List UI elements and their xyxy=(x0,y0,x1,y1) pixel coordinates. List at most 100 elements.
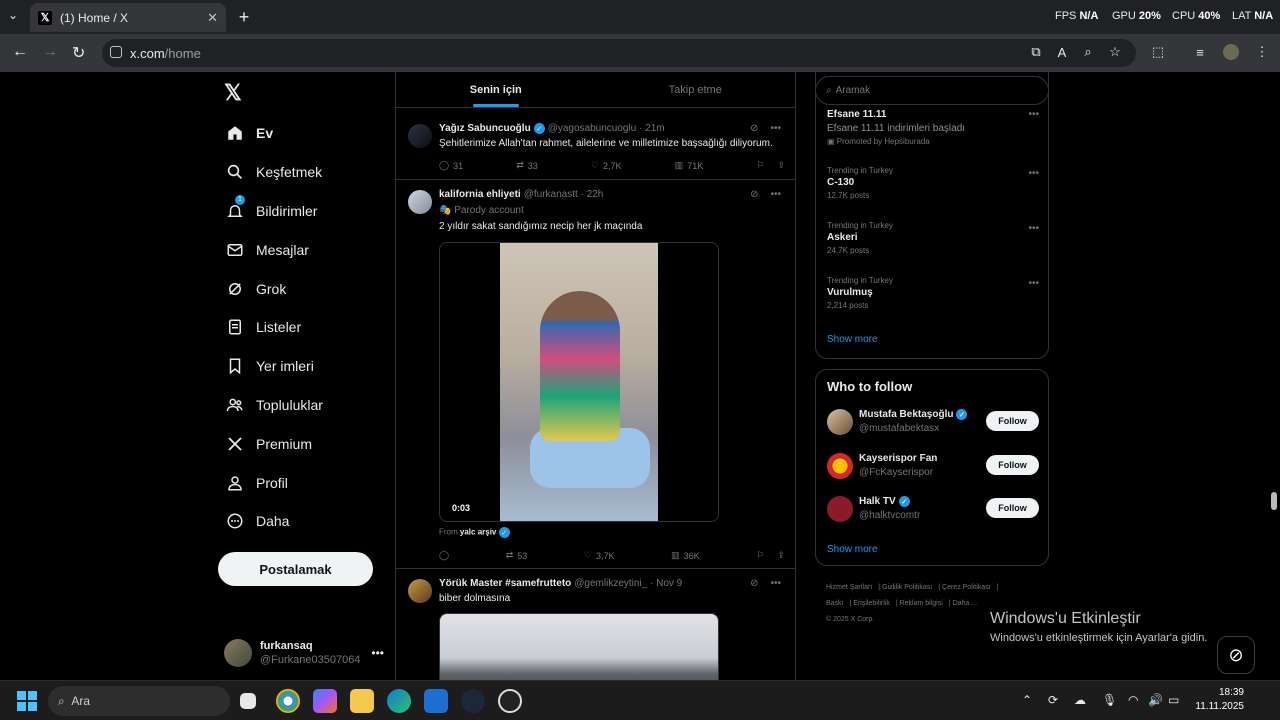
avatar[interactable] xyxy=(408,124,432,148)
new-tab-button[interactable]: + xyxy=(234,7,254,27)
tray-overflow-icon[interactable]: ⌃ xyxy=(1022,693,1032,707)
post-button[interactable]: Postalamak xyxy=(218,552,373,586)
footer-link[interactable]: Erişilebilirlik xyxy=(853,600,890,607)
tab-following[interactable]: Takip etme xyxy=(596,72,796,107)
file-explorer-icon[interactable] xyxy=(350,689,374,713)
nav-communities[interactable]: Topluluklar xyxy=(218,386,323,425)
nav-grok[interactable]: Grok xyxy=(218,269,323,308)
reload-icon[interactable]: ↻ xyxy=(72,43,85,63)
reading-list-icon[interactable]: ≡ xyxy=(1192,44,1208,60)
follow-show-more-link[interactable]: Show more xyxy=(827,544,878,555)
like-button[interactable]: ♡ 3,7K xyxy=(584,550,615,561)
source-account[interactable]: yalc arşiv xyxy=(460,528,496,537)
video-player[interactable]: 0:03 xyxy=(439,242,719,522)
nav-more[interactable]: Daha xyxy=(218,502,323,541)
forward-icon[interactable]: → xyxy=(42,43,58,61)
avatar[interactable] xyxy=(408,190,432,214)
nav-notifications[interactable]: 1 Bildirimler xyxy=(218,192,323,231)
tweet-handle[interactable]: @furkanastt xyxy=(524,189,578,200)
views-button[interactable]: ▥ 36K xyxy=(671,550,700,561)
account-switcher[interactable]: furkansaq @Furkane03507064 ••• xyxy=(224,637,384,669)
more-options-icon[interactable]: ••• xyxy=(1028,223,1039,234)
start-button[interactable] xyxy=(17,691,37,711)
nav-explore[interactable]: Keşfetmek xyxy=(218,153,323,192)
repost-button[interactable]: ⇄ 33 xyxy=(516,160,538,171)
footer-link[interactable]: Reklam bilgisi xyxy=(900,600,943,607)
microphone-icon[interactable]: 🎙 xyxy=(1102,693,1117,707)
trend-item[interactable]: Trending in Turkey C-130 12.7K posts ••• xyxy=(827,166,1039,200)
views-button[interactable]: ▥ 71K xyxy=(675,160,704,171)
wifi-icon[interactable]: ◠ xyxy=(1128,693,1138,707)
extensions-icon[interactable]: ⬚ xyxy=(1150,44,1166,60)
tweet-time[interactable]: 22h xyxy=(587,189,604,200)
tweet-author[interactable]: kalifornia ehliyeti xyxy=(439,189,521,200)
address-bar[interactable]: x.com/home xyxy=(102,39,1136,67)
tweet[interactable]: Yörük Master #samefrutteto @gemlikzeytin… xyxy=(396,569,795,680)
cloud-icon[interactable]: ☁ xyxy=(1074,693,1086,707)
sync-icon[interactable]: ⟳ xyxy=(1048,693,1058,707)
avatar[interactable] xyxy=(827,409,853,435)
tab-search-chevron-icon[interactable]: ⌄ xyxy=(8,8,18,22)
tweet-author[interactable]: Yağız Sabuncuoğlu xyxy=(439,123,531,134)
system-clock[interactable]: 18:39 11.11.2025 xyxy=(1190,686,1244,714)
tab-for-you[interactable]: Senin için xyxy=(396,72,596,107)
follow-button[interactable]: Follow xyxy=(986,498,1039,518)
grok-icon[interactable]: ⊘ xyxy=(750,189,758,200)
account-more-icon[interactable]: ••• xyxy=(371,646,384,660)
avatar[interactable] xyxy=(408,579,432,603)
tweet[interactable]: kalifornia ehliyeti @furkanastt · 22h ⊘ •… xyxy=(396,180,795,569)
tweet-time[interactable]: 21m xyxy=(645,123,664,134)
tweet-author[interactable]: Yörük Master #samefrutteto xyxy=(439,578,571,589)
like-button[interactable]: ♡ 2,7K xyxy=(591,160,622,171)
avatar[interactable] xyxy=(827,453,853,479)
more-options-icon[interactable]: ••• xyxy=(1028,168,1039,179)
nav-premium[interactable]: Premium xyxy=(218,424,323,463)
more-options-icon[interactable]: ••• xyxy=(770,123,781,134)
more-options-icon[interactable]: ••• xyxy=(770,189,781,200)
browser-tab[interactable]: 𝕏 (1) Home / X ✕ xyxy=(30,3,226,32)
footer-more-link[interactable]: Daha ... xyxy=(953,600,978,607)
footer-link[interactable]: Hizmet Şartları xyxy=(826,584,872,591)
close-tab-icon[interactable]: ✕ xyxy=(207,10,218,26)
x-logo-icon[interactable]: 𝕏 xyxy=(224,80,242,106)
bookmark-icon[interactable]: ⚐ xyxy=(756,550,764,561)
follow-suggestion[interactable]: Mustafa Bektaşoğlu ✓ @mustafabektasx Foll… xyxy=(827,407,1039,439)
zoom-icon[interactable]: ⌕ xyxy=(1080,44,1096,60)
nav-bookmarks[interactable]: Yer imleri xyxy=(218,347,323,386)
back-icon[interactable]: ← xyxy=(12,43,28,61)
tweet[interactable]: Yağız Sabuncuoğlu ✓ @yagosabuncuoglu · 2… xyxy=(396,108,795,180)
trends-show-more-link[interactable]: Show more xyxy=(827,334,878,345)
footer-link[interactable]: Gizlilik Politikası xyxy=(882,584,932,591)
follow-button[interactable]: Follow xyxy=(986,411,1039,431)
translate-icon[interactable]: A xyxy=(1054,44,1070,60)
task-view-icon[interactable] xyxy=(240,693,256,709)
tweet-handle[interactable]: @yagosabuncuoglu xyxy=(548,123,637,134)
trend-item[interactable]: Trending in Turkey Askeri 24.7K posts ••… xyxy=(827,221,1039,255)
install-app-icon[interactable]: ⧉ xyxy=(1028,44,1044,60)
nav-home[interactable]: Ev xyxy=(218,114,323,153)
scrollbar-thumb[interactable] xyxy=(1271,492,1277,510)
grok-floating-button[interactable]: ⊘ xyxy=(1217,636,1255,674)
app-icon[interactable] xyxy=(498,689,522,713)
follow-button[interactable]: Follow xyxy=(986,455,1039,475)
footer-link[interactable]: Çerez Politikası xyxy=(942,584,991,591)
repost-button[interactable]: ⇄ 53 xyxy=(506,550,528,561)
site-settings-icon[interactable] xyxy=(110,46,122,58)
reply-button[interactable]: ◯ xyxy=(439,550,449,561)
battery-icon[interactable]: ▭ xyxy=(1168,693,1179,707)
share-icon[interactable]: ⇪ xyxy=(777,160,785,171)
edge-icon[interactable] xyxy=(387,689,411,713)
follow-suggestion[interactable]: Halk TV ✓ @halktvcomtr Follow xyxy=(827,494,1039,526)
more-options-icon[interactable]: ••• xyxy=(1028,278,1039,289)
volume-icon[interactable]: 🔊 xyxy=(1148,693,1163,707)
grok-icon[interactable]: ⊘ xyxy=(750,123,758,134)
trend-item[interactable]: Efsane 11.11 Efsane 11.11 indirimleri ba… xyxy=(827,107,1039,146)
tweet-handle[interactable]: @gemlikzeytini_ xyxy=(574,578,647,589)
trend-item[interactable]: Trending in Turkey Vurulmuş 2,214 posts … xyxy=(827,276,1039,310)
tweet-time[interactable]: Nov 9 xyxy=(656,578,682,589)
mail-app-icon[interactable] xyxy=(424,689,448,713)
follow-suggestion[interactable]: Kayserispor Fan @FcKayserispor Follow xyxy=(827,451,1039,483)
footer-link[interactable]: Baskı xyxy=(826,600,844,607)
taskbar-search[interactable]: ⌕ Ara xyxy=(48,686,230,716)
bookmark-star-icon[interactable]: ☆ xyxy=(1107,44,1123,60)
